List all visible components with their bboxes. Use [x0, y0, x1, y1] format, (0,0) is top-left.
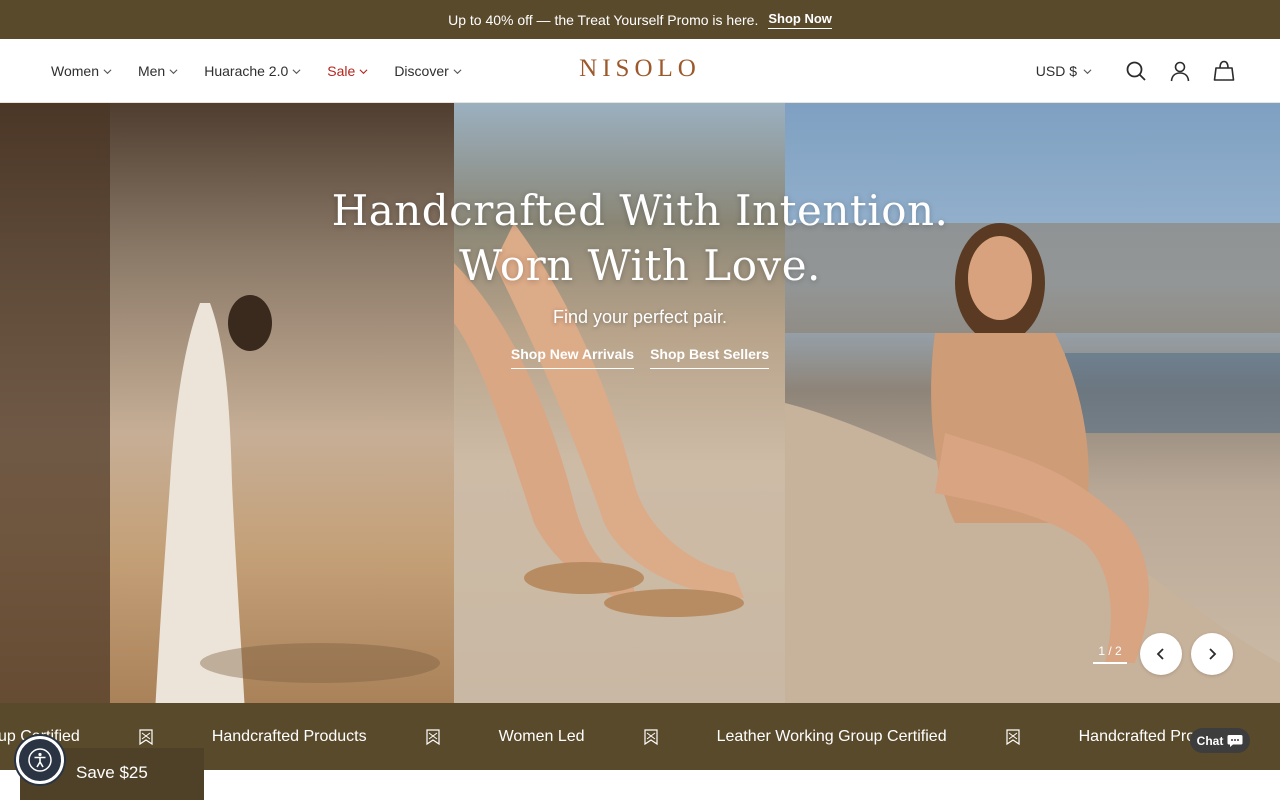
shop-best-sellers-link[interactable]: Shop Best Sellers: [650, 346, 770, 369]
leaf-badge-icon: [425, 728, 441, 746]
leaf-badge-icon: [643, 728, 659, 746]
currency-label: USD $: [1035, 63, 1077, 79]
cart-icon[interactable]: [1212, 59, 1236, 83]
hero-subtitle: Find your perfect pair.: [552, 307, 728, 327]
search-icon[interactable]: [1124, 59, 1148, 83]
slide-progress-bar: [1093, 662, 1127, 664]
hero-title-line-2: Worn With Love.: [459, 241, 821, 290]
carousel-prev-button[interactable]: [1140, 633, 1182, 675]
hero-text-block: Handcrafted With Intention. Worn With Lo…: [0, 183, 1280, 369]
hero-banner: Handcrafted With Intention. Worn With Lo…: [0, 103, 1280, 703]
accessibility-icon: [28, 748, 52, 772]
account-icon[interactable]: [1168, 59, 1192, 83]
marquee-item: Women Led: [498, 727, 585, 745]
marquee-item: Leather Working Group Certified: [716, 727, 947, 745]
site-header: Women Men Huarache 2.0 Sale Discover NIS…: [0, 39, 1280, 103]
marquee-item: Handcrafted Products: [211, 727, 367, 745]
hero-cta-links: Shop New Arrivals Shop Best Sellers: [0, 346, 1280, 369]
slide-counter: 1 / 2: [1093, 644, 1127, 664]
slide-counter-text: 1 / 2: [1098, 644, 1122, 658]
hero-title-line-1: Handcrafted With Intention.: [331, 186, 949, 235]
accessibility-button[interactable]: [16, 736, 64, 784]
announcement-shop-now-link[interactable]: Shop Now: [768, 11, 832, 29]
announcement-text: Up to 40% off — the Treat Yourself Promo…: [448, 11, 759, 28]
chat-label: Chat: [1196, 733, 1224, 748]
chat-button[interactable]: Chat: [1190, 728, 1250, 753]
chevron-left-icon: [1156, 648, 1164, 660]
shop-new-arrivals-link[interactable]: Shop New Arrivals: [510, 346, 635, 369]
chat-bubble-icon: [1227, 734, 1243, 747]
leaf-badge-icon: [138, 728, 154, 746]
marquee-item: Handcrafted Pro: [1078, 727, 1196, 745]
announcement-bar: Up to 40% off — the Treat Yourself Promo…: [0, 0, 1280, 39]
chevron-right-icon: [1209, 648, 1217, 660]
hero-title: Handcrafted With Intention. Worn With Lo…: [0, 183, 1280, 293]
chevron-down-icon: [1083, 68, 1092, 74]
leaf-badge-icon: [1005, 728, 1021, 746]
carousel-next-button[interactable]: [1191, 633, 1233, 675]
header-tools: USD $: [1036, 39, 1236, 103]
currency-selector[interactable]: USD $: [1036, 63, 1092, 79]
